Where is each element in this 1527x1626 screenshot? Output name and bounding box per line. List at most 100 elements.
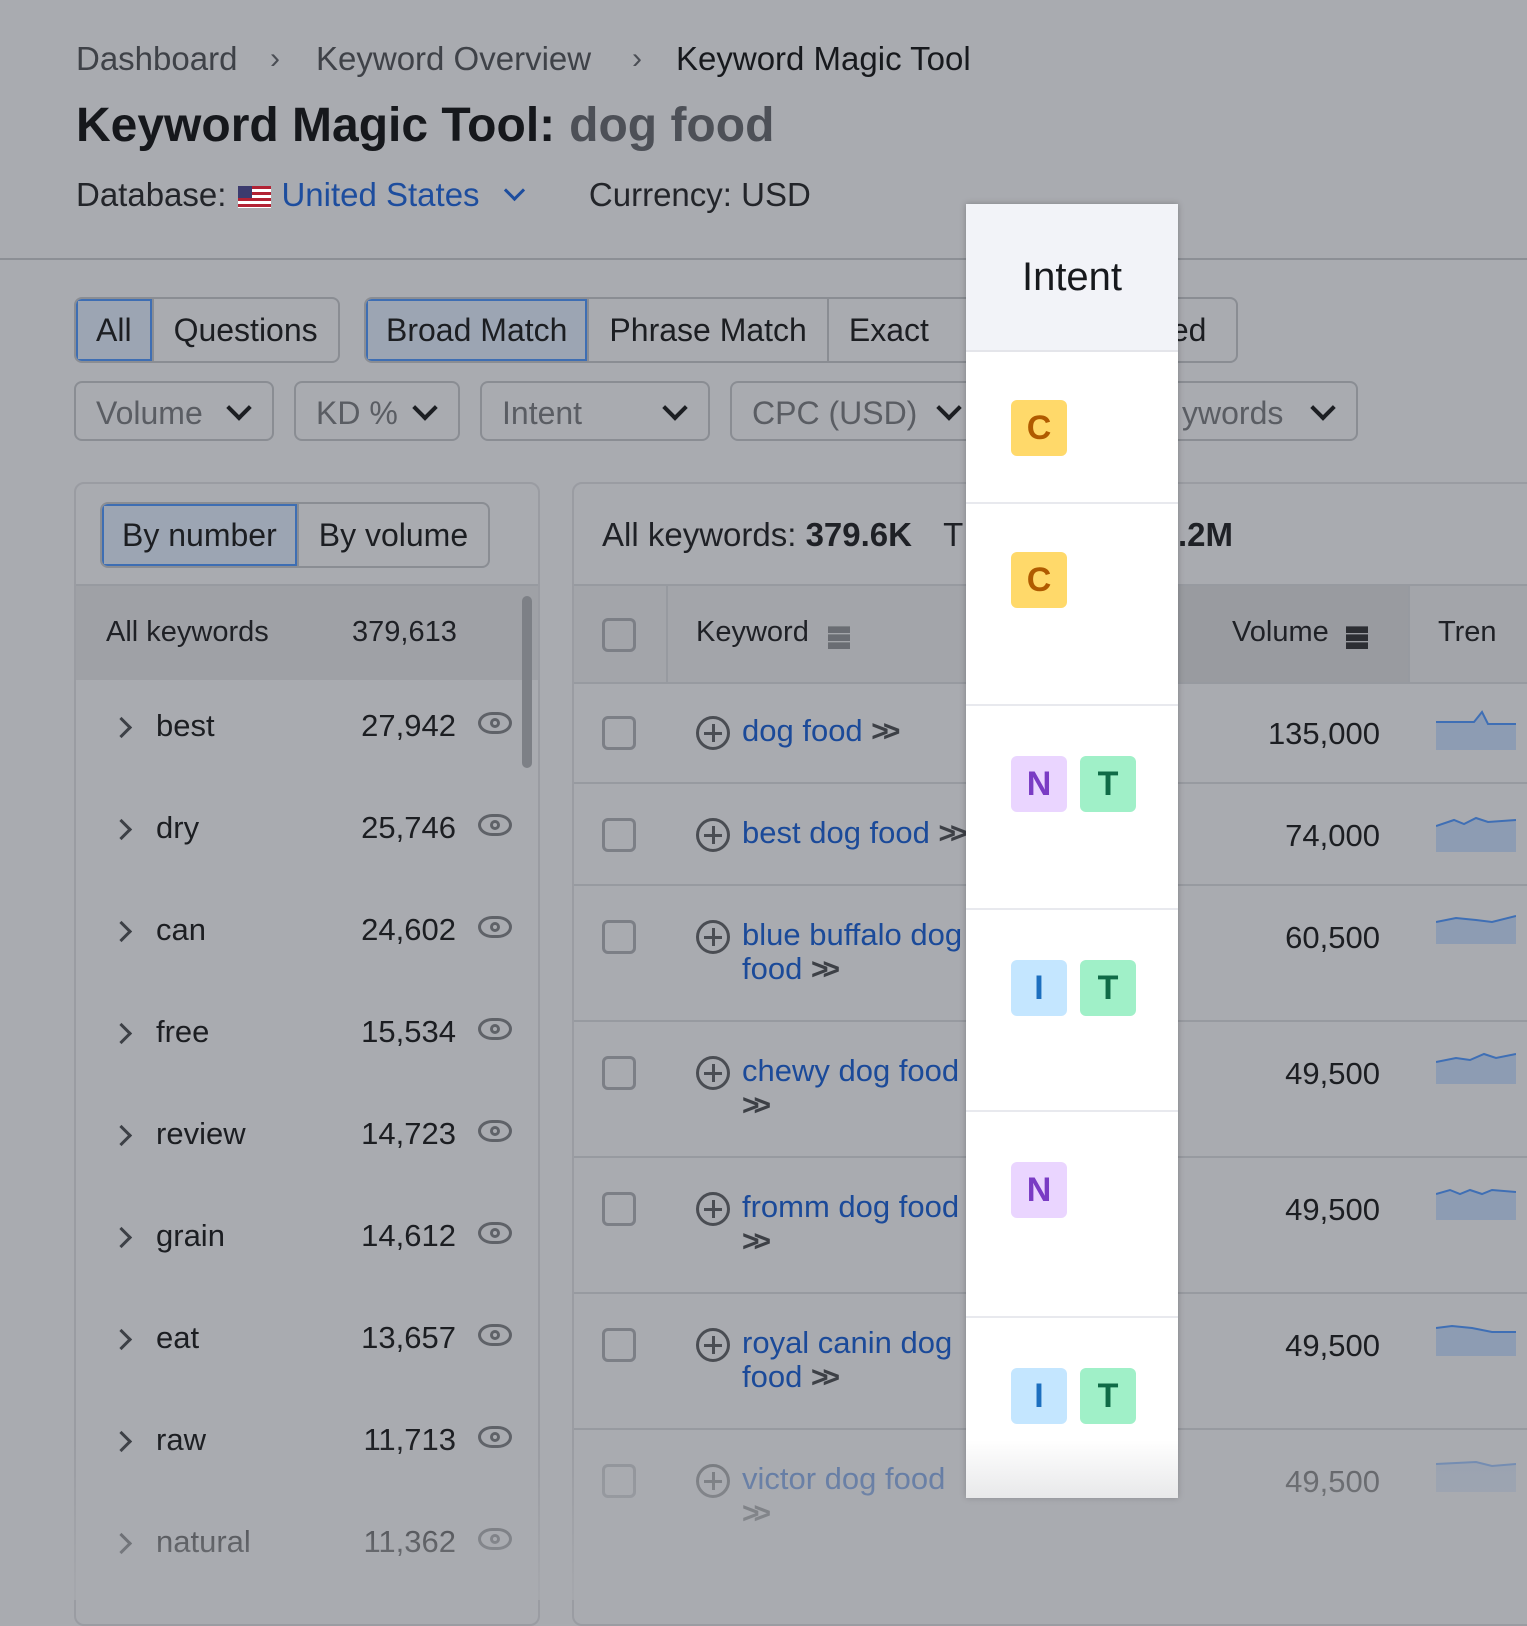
group-row[interactable]: dry 25,746: [76, 780, 536, 882]
group-row[interactable]: grain 14,612: [76, 1188, 536, 1290]
group-row[interactable]: eat 13,657: [76, 1290, 536, 1392]
chevron-down-icon: [662, 395, 688, 421]
intent-badge-transactional[interactable]: T: [1080, 960, 1136, 1016]
column-volume-cell[interactable]: Volume ▬ ▬ ▬: [1178, 586, 1408, 682]
intent-badge-informational[interactable]: I: [1011, 960, 1067, 1016]
tab-phrase-match[interactable]: Phrase Match: [589, 299, 829, 361]
intent-badge-transactional[interactable]: T: [1080, 1368, 1136, 1424]
row-checkbox[interactable]: [602, 818, 636, 852]
group-word: review: [156, 1116, 246, 1151]
filter-cpc[interactable]: CPC (USD): [730, 381, 990, 441]
double-chevron-icon[interactable]: >>: [742, 1089, 771, 1122]
keyword-link[interactable]: victor dog food >>: [742, 1462, 945, 1531]
chevron-right-icon[interactable]: [110, 1532, 133, 1555]
filter-kd[interactable]: KD %: [294, 381, 460, 441]
keyword-link[interactable]: fromm dog food >>: [742, 1190, 959, 1259]
eye-icon[interactable]: [478, 1018, 512, 1040]
keyword-link[interactable]: royal canin dog food >>: [742, 1326, 952, 1395]
intent-badge-transactional[interactable]: T: [1080, 756, 1136, 812]
eye-icon[interactable]: [478, 916, 512, 938]
filter-keywords-label: ywords: [1182, 395, 1284, 431]
double-chevron-icon[interactable]: >>: [742, 1225, 771, 1258]
filter-volume[interactable]: Volume: [74, 381, 274, 441]
row-checkbox[interactable]: [602, 1328, 636, 1362]
trend-sparkline: [1436, 1324, 1516, 1356]
double-chevron-icon[interactable]: >>: [811, 1361, 840, 1394]
plus-circle-icon[interactable]: [696, 1192, 730, 1226]
plus-circle-icon[interactable]: [696, 818, 730, 852]
plus-circle-icon[interactable]: [696, 1328, 730, 1362]
double-chevron-icon[interactable]: >>: [811, 953, 840, 986]
chevron-right-icon[interactable]: [110, 1022, 133, 1045]
tab-broad-match[interactable]: Broad Match: [366, 299, 590, 361]
eye-icon[interactable]: [478, 1324, 512, 1346]
row-checkbox[interactable]: [602, 1464, 636, 1498]
tab-related[interactable]: ed: [1171, 299, 1227, 361]
group-row[interactable]: natural 11,362: [76, 1494, 536, 1596]
double-chevron-icon[interactable]: >>: [939, 817, 968, 850]
double-chevron-icon[interactable]: >>: [742, 1497, 771, 1530]
intent-badge-commercial[interactable]: C: [1011, 400, 1067, 456]
page-title-query: dog food: [569, 99, 775, 152]
intent-badge-navigational[interactable]: N: [1011, 756, 1067, 812]
group-row[interactable]: best 27,942: [76, 678, 536, 780]
column-keyword[interactable]: Keyword: [696, 616, 809, 649]
plus-circle-icon[interactable]: [696, 716, 730, 750]
intent-badge-commercial[interactable]: C: [1011, 552, 1067, 608]
column-trend[interactable]: Tren: [1438, 616, 1497, 649]
row-checkbox[interactable]: [602, 1056, 636, 1090]
chevron-right-icon[interactable]: [110, 1328, 133, 1351]
by-volume-button[interactable]: By volume: [299, 504, 488, 566]
eye-icon[interactable]: [478, 712, 512, 734]
by-number-button[interactable]: By number: [102, 504, 299, 566]
group-word: dry: [156, 810, 200, 845]
double-chevron-icon[interactable]: >>: [871, 715, 900, 748]
intent-badge-informational[interactable]: I: [1011, 1368, 1067, 1424]
tab-all[interactable]: All: [76, 299, 154, 361]
breadcrumb-keyword-overview[interactable]: Keyword Overview: [316, 40, 591, 78]
group-row[interactable]: can 24,602: [76, 882, 536, 984]
keyword-link[interactable]: dog food >>: [742, 714, 900, 749]
chevron-right-icon[interactable]: [110, 818, 133, 841]
keyword-link[interactable]: best dog food >>: [742, 816, 968, 851]
sort-icon[interactable]: ▬ ▬ ▬: [828, 615, 850, 653]
database-select[interactable]: United States: [281, 176, 479, 213]
keyword-link[interactable]: chewy dog food >>: [742, 1054, 959, 1123]
eye-icon[interactable]: [478, 1120, 512, 1142]
volume-value: 49,500: [1285, 1192, 1380, 1227]
chevron-right-icon[interactable]: [110, 716, 133, 739]
breadcrumb-dashboard[interactable]: Dashboard: [76, 40, 237, 78]
chevron-down-icon[interactable]: [503, 179, 525, 202]
tab-questions[interactable]: Questions: [154, 299, 338, 361]
row-checkbox[interactable]: [602, 716, 636, 750]
eye-icon[interactable]: [478, 1222, 512, 1244]
row-checkbox[interactable]: [602, 920, 636, 954]
chevron-down-icon: [226, 395, 252, 421]
eye-icon[interactable]: [478, 1426, 512, 1448]
plus-circle-icon[interactable]: [696, 1056, 730, 1090]
chevron-right-icon[interactable]: [110, 1124, 133, 1147]
all-keywords-row[interactable]: All keywords 379,613: [76, 584, 538, 680]
group-word: can: [156, 912, 206, 947]
keyword-link[interactable]: blue buffalo dog food >>: [742, 918, 962, 987]
chevron-right-icon[interactable]: [110, 1226, 133, 1249]
plus-circle-icon[interactable]: [696, 1464, 730, 1498]
eye-icon[interactable]: [478, 814, 512, 836]
eye-icon[interactable]: [478, 1528, 512, 1550]
page-title-tool: Keyword Magic Tool:: [76, 99, 556, 152]
select-all-checkbox[interactable]: [602, 618, 636, 652]
column-intent[interactable]: Intent: [966, 204, 1178, 352]
group-count: 14,612: [361, 1218, 456, 1253]
chevron-right-icon[interactable]: [110, 920, 133, 943]
filter-intent[interactable]: Intent: [480, 381, 710, 441]
intent-badge-navigational[interactable]: N: [1011, 1162, 1067, 1218]
sort-icon[interactable]: ▬ ▬ ▬: [1346, 615, 1368, 653]
group-row[interactable]: review 14,723: [76, 1086, 536, 1188]
group-row[interactable]: raw 11,713: [76, 1392, 536, 1494]
row-checkbox[interactable]: [602, 1192, 636, 1226]
group-row[interactable]: free 15,534: [76, 984, 536, 1086]
filter-keywords[interactable]: ywords: [1150, 381, 1358, 441]
database-label: Database:: [76, 176, 227, 213]
chevron-right-icon[interactable]: [110, 1430, 133, 1453]
plus-circle-icon[interactable]: [696, 920, 730, 954]
